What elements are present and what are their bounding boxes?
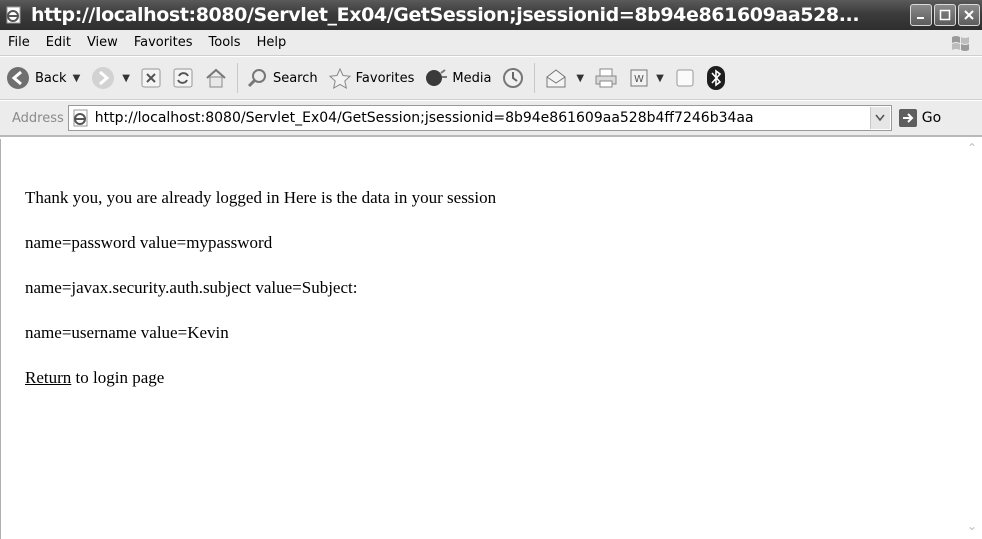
- favorites-label: Favorites: [355, 70, 415, 86]
- edit-word-button[interactable]: W ▼: [623, 61, 669, 95]
- favorites-button[interactable]: Favorites: [323, 61, 420, 95]
- edit-dropdown-icon[interactable]: ▼: [656, 73, 664, 84]
- maximize-button[interactable]: [934, 4, 956, 26]
- stop-button[interactable]: [135, 61, 167, 95]
- history-button[interactable]: [496, 61, 530, 95]
- page-icon: [73, 109, 88, 127]
- address-url: http://localhost:8080/Servlet_Ex04/GetSe…: [94, 110, 754, 126]
- vertical-scrollbar[interactable]: ⌃ ⌄: [964, 139, 982, 539]
- welcome-message: Thank you, you are already logged in Her…: [25, 188, 497, 207]
- search-icon: [247, 69, 266, 88]
- session-username-entry: name=username value=Kevin: [25, 323, 229, 342]
- home-button[interactable]: [199, 61, 233, 95]
- discuss-icon: [676, 69, 694, 87]
- media-icon: [426, 69, 448, 86]
- toolbar: Back ▼ ▼ Search Favorites Media ▼ W ▼: [0, 57, 982, 100]
- page-content: Thank you, you are already logged in Her…: [0, 139, 982, 539]
- bluetooth-button[interactable]: [701, 61, 731, 95]
- title-bar: http://localhost:8080/Servlet_Ex04/GetSe…: [0, 0, 982, 30]
- home-icon: [206, 68, 226, 88]
- word-icon: W: [630, 69, 648, 87]
- scroll-up-icon[interactable]: ⌃: [967, 141, 977, 155]
- toolbar-separator: [236, 63, 238, 93]
- menu-view[interactable]: View: [79, 35, 126, 50]
- return-suffix: to login page: [71, 368, 165, 387]
- go-arrow-icon: [898, 109, 917, 127]
- go-button[interactable]: Go: [898, 108, 941, 128]
- window-title: http://localhost:8080/Servlet_Ex04/GetSe…: [31, 4, 860, 26]
- forward-arrow-icon: [92, 67, 115, 89]
- session-password-entry: name=password value=mypassword: [25, 233, 273, 252]
- maximize-icon: [939, 9, 951, 21]
- search-button[interactable]: Search: [242, 61, 323, 95]
- mail-icon: [546, 69, 566, 88]
- forward-dropdown-icon[interactable]: ▼: [122, 73, 130, 84]
- search-label: Search: [272, 70, 318, 86]
- menu-tools[interactable]: Tools: [201, 35, 249, 50]
- printer-icon: [595, 68, 617, 88]
- close-button[interactable]: [958, 4, 980, 26]
- stop-icon: [141, 68, 161, 88]
- media-label: Media: [452, 70, 492, 86]
- history-icon: [503, 68, 524, 88]
- refresh-button[interactable]: [167, 61, 199, 95]
- return-link[interactable]: Return: [25, 368, 71, 387]
- minimize-button[interactable]: [910, 4, 932, 26]
- bluetooth-icon: [706, 66, 725, 90]
- go-label: Go: [921, 110, 942, 126]
- close-icon: [964, 10, 974, 20]
- return-line: Return to login page: [25, 367, 496, 388]
- address-dropdown-button[interactable]: [869, 107, 890, 129]
- scroll-down-icon[interactable]: ⌄: [967, 519, 977, 533]
- print-button[interactable]: [589, 61, 623, 95]
- toolbar-separator: [534, 63, 536, 93]
- back-dropdown-icon[interactable]: ▼: [73, 73, 81, 84]
- menu-file[interactable]: File: [0, 35, 38, 50]
- svg-text:W: W: [634, 74, 644, 85]
- back-label: Back: [35, 70, 67, 86]
- forward-button[interactable]: ▼: [85, 61, 135, 95]
- menu-help[interactable]: Help: [249, 35, 295, 50]
- refresh-icon: [173, 68, 193, 88]
- back-arrow-icon: [7, 67, 29, 89]
- ie-page-icon: [3, 4, 25, 26]
- address-label: Address: [12, 110, 64, 126]
- discuss-button[interactable]: [669, 61, 701, 95]
- session-subject-entry: name=javax.security.auth.subject value=S…: [25, 278, 358, 297]
- address-input[interactable]: http://localhost:8080/Servlet_Ex04/GetSe…: [67, 105, 892, 131]
- back-button[interactable]: Back ▼: [0, 61, 85, 95]
- menu-bar: File Edit View Favorites Tools Help: [0, 30, 982, 56]
- media-button[interactable]: Media: [419, 61, 496, 95]
- menu-favorites[interactable]: Favorites: [126, 35, 201, 50]
- menu-edit[interactable]: Edit: [38, 35, 79, 50]
- minimize-icon: [917, 17, 924, 19]
- chevron-down-icon: [875, 114, 885, 122]
- windows-logo-icon: [948, 33, 974, 53]
- star-icon: [328, 67, 351, 89]
- mail-dropdown-icon[interactable]: ▼: [576, 73, 584, 84]
- address-bar: Address http://localhost:8080/Servlet_Ex…: [0, 101, 982, 137]
- mail-button[interactable]: ▼: [539, 61, 589, 95]
